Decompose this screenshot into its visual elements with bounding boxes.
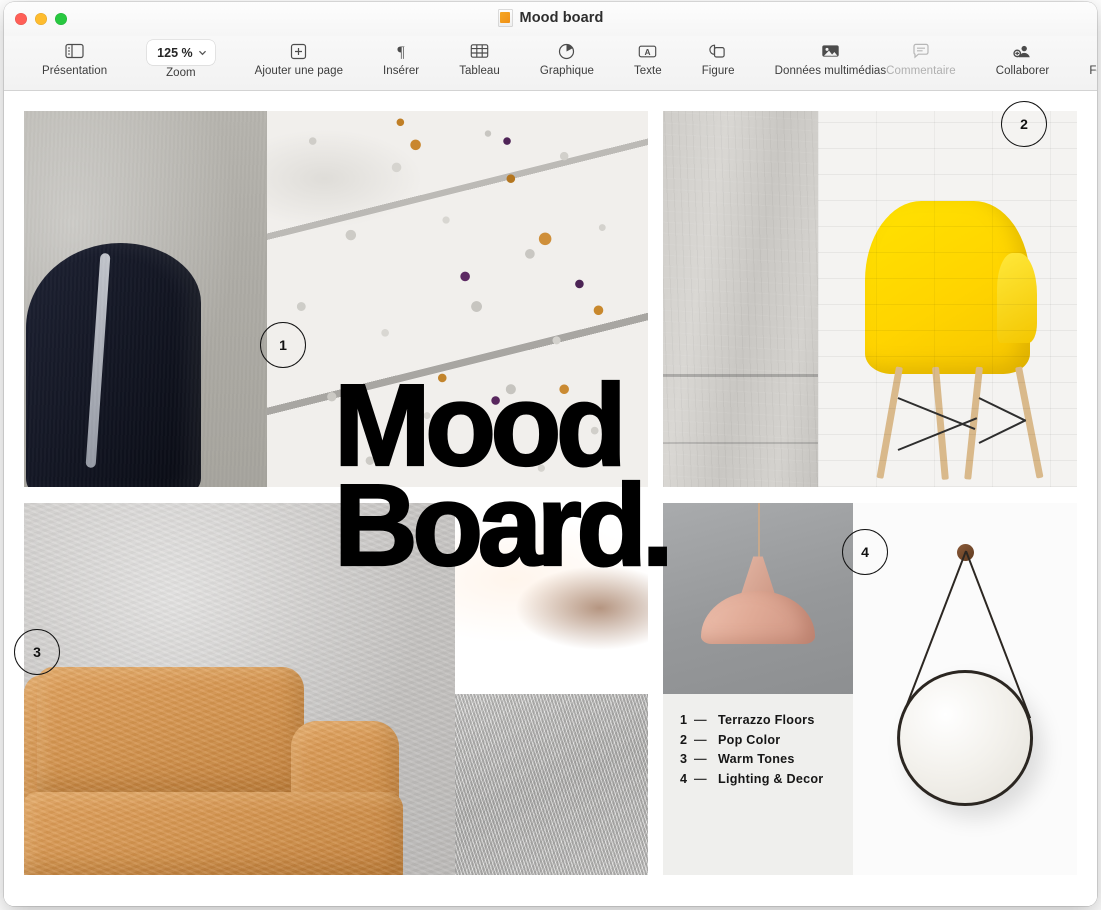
svg-text:A: A bbox=[645, 47, 651, 57]
toolbar-button-add-page[interactable]: Ajouter une page bbox=[255, 36, 343, 77]
toolbar-label-add-page: Ajouter une page bbox=[254, 65, 344, 77]
toolbar-button-collaborate[interactable]: Collaborer bbox=[996, 36, 1050, 77]
page-1[interactable]: Mood Board. 1 2 3 4 1 — Terrazzo Floors … bbox=[4, 91, 1097, 906]
svg-text:¶: ¶ bbox=[397, 44, 405, 60]
toolbar-label-insert: Insérer bbox=[383, 65, 420, 77]
mirror-glass bbox=[897, 670, 1033, 807]
lamp-shade bbox=[701, 590, 815, 645]
toolbar-label-comment: Commentaire bbox=[886, 65, 956, 77]
toolbar-button-insert[interactable]: ¶ Insérer bbox=[383, 36, 420, 78]
zoom-control[interactable]: 125 % bbox=[147, 40, 215, 65]
chart-pie-icon bbox=[558, 39, 575, 63]
toolbar-label-zoom: Zoom bbox=[166, 67, 196, 79]
shapes-icon bbox=[709, 39, 727, 63]
toolbar-button-presentation[interactable]: Présentation bbox=[42, 36, 107, 77]
page-title[interactable]: Mood Board. bbox=[333, 366, 804, 584]
toolbar-label-collaborate: Collaborer bbox=[995, 65, 1050, 77]
legend-item: 3 — Warm Tones bbox=[680, 750, 823, 770]
toolbar-label-media: Données multimédias bbox=[774, 65, 887, 77]
toolbar-label-shape: Figure bbox=[701, 65, 735, 77]
callout-badge-4[interactable]: 4 bbox=[842, 529, 888, 575]
add-page-icon bbox=[290, 39, 307, 63]
legend-text: Pop Color bbox=[718, 732, 781, 747]
legend-number: 3 bbox=[680, 752, 688, 767]
toolbar-button-text[interactable]: A Texte bbox=[634, 36, 662, 77]
text-box-icon: A bbox=[638, 39, 657, 63]
legend-dash: — bbox=[694, 752, 707, 767]
toolbar-label-chart: Graphique bbox=[539, 65, 594, 77]
document-title-text: Mood board bbox=[519, 10, 604, 26]
toolbar-button-table[interactable]: Tableau bbox=[459, 36, 500, 77]
toolbar-zoom-group[interactable]: 125 % Zoom bbox=[147, 36, 215, 79]
toolbar-button-chart[interactable]: Graphique bbox=[540, 36, 594, 77]
toolbar-label-table: Tableau bbox=[459, 65, 500, 77]
toolbar-button-media[interactable]: Données multimédias bbox=[775, 36, 887, 77]
legend-item: 2 — Pop Color bbox=[680, 731, 823, 751]
toolbar-button-format[interactable]: Format bbox=[1089, 36, 1097, 77]
legend-number: 4 bbox=[680, 771, 688, 786]
main-toolbar: Présentation 125 % Zoom Ajouter une page… bbox=[4, 36, 1097, 91]
chevron-down-icon bbox=[198, 50, 206, 56]
legend-item: 1 — Terrazzo Floors bbox=[680, 711, 823, 731]
window-titlebar: Mood board bbox=[4, 2, 1097, 36]
callout-badge-3[interactable]: 3 bbox=[14, 629, 60, 675]
zoom-value: 125 % bbox=[157, 45, 193, 60]
tan-leather-sofa-shape bbox=[24, 666, 455, 875]
media-image-icon bbox=[821, 39, 840, 63]
legend-number: 2 bbox=[680, 732, 688, 747]
toolbar-label-format: Format bbox=[1089, 65, 1097, 77]
toolbar-button-shape[interactable]: Figure bbox=[702, 36, 735, 77]
legend-dash: — bbox=[694, 713, 707, 727]
pages-window: Mood board Présentation 125 % Zoom Ajout… bbox=[4, 2, 1097, 906]
pilcrow-icon: ¶ bbox=[393, 39, 409, 63]
legend-text: Terrazzo Floors bbox=[718, 713, 815, 727]
image-grey-fur-rug[interactable] bbox=[455, 694, 648, 875]
legend-dash: — bbox=[694, 732, 707, 747]
image-grey-wall-dark-chair[interactable] bbox=[24, 111, 267, 487]
callout-badge-1[interactable]: 1 bbox=[260, 322, 306, 368]
legend-item: 4 — Lighting & Decor bbox=[680, 770, 823, 790]
legend-dash: — bbox=[694, 771, 707, 786]
table-icon bbox=[470, 39, 489, 63]
legend-number: 1 bbox=[680, 713, 688, 727]
document-title[interactable]: Mood board bbox=[4, 9, 1097, 27]
document-canvas[interactable]: Mood Board. 1 2 3 4 1 — Terrazzo Floors … bbox=[4, 91, 1097, 906]
toolbar-label-text: Texte bbox=[633, 65, 662, 77]
image-white-brick-yellow-chair[interactable] bbox=[818, 111, 1077, 487]
dark-chair-shape bbox=[26, 243, 201, 487]
callout-badge-2[interactable]: 2 bbox=[1001, 101, 1047, 147]
comment-bubble-icon bbox=[912, 39, 930, 63]
toolbar-button-comment[interactable]: Commentaire bbox=[886, 36, 956, 77]
legend-text: Warm Tones bbox=[718, 752, 795, 767]
toolbar-label-presentation: Présentation bbox=[42, 65, 108, 77]
sidebar-icon bbox=[65, 39, 84, 63]
legend-text: Lighting & Decor bbox=[718, 771, 824, 786]
legend-list: 1 — Terrazzo Floors 2 — Pop Color 3 — Wa… bbox=[680, 711, 823, 789]
pages-document-icon bbox=[497, 9, 513, 27]
collaborate-person-icon bbox=[1013, 39, 1032, 63]
yellow-chair-shape bbox=[864, 201, 1037, 375]
